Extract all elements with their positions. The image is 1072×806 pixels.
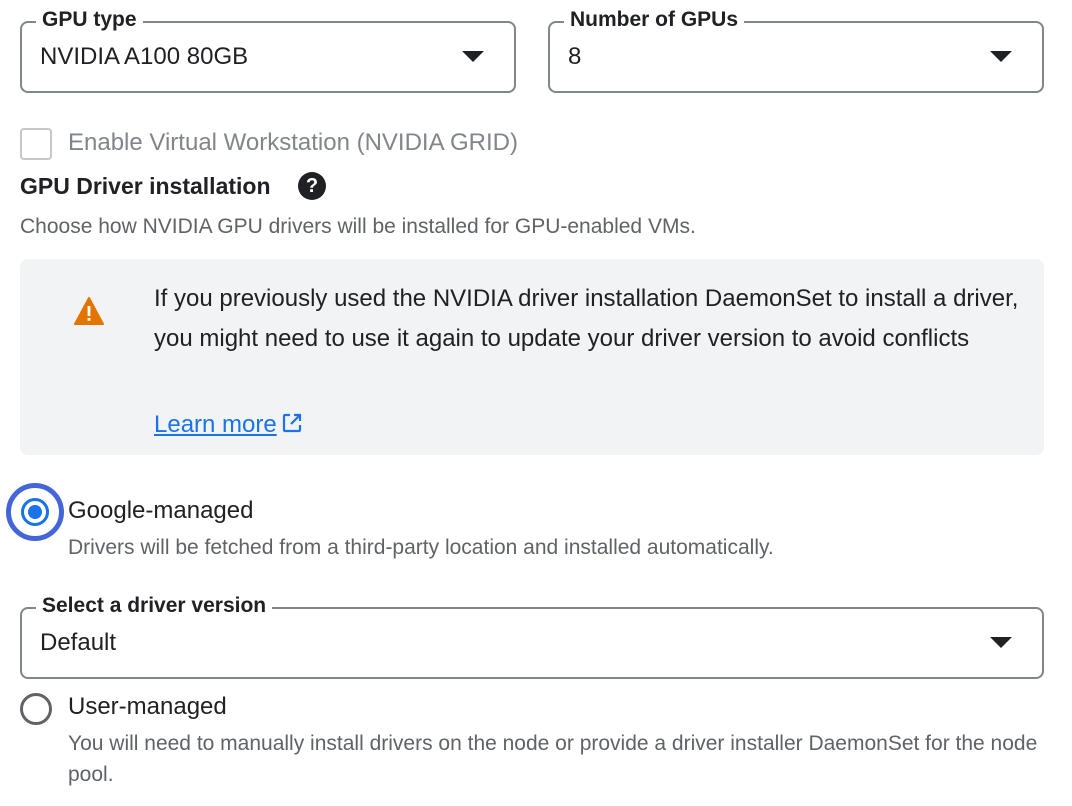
virtual-workstation-label: Enable Virtual Workstation (NVIDIA GRID) (68, 129, 518, 156)
user-managed-radio[interactable] (20, 693, 52, 725)
gpu-type-select[interactable]: GPU type NVIDIA A100 80GB (20, 7, 516, 93)
dropdown-arrow-icon (990, 637, 1012, 648)
gpu-count-value: 8 (568, 43, 582, 70)
external-link-icon (282, 413, 301, 433)
gpu-count-select[interactable]: Number of GPUs 8 (548, 7, 1044, 93)
dropdown-arrow-icon (990, 51, 1012, 62)
learn-more-label: Learn more (154, 411, 277, 438)
radio-dot (28, 505, 42, 519)
driver-installation-description: Choose how NVIDIA GPU drivers will be in… (20, 215, 696, 238)
gpu-count-label: Number of GPUs (564, 7, 745, 33)
warning-triangle-icon (74, 297, 104, 325)
google-managed-radio[interactable] (6, 483, 64, 541)
driver-version-value: Default (40, 629, 117, 656)
user-managed-label[interactable]: User-managed (68, 692, 227, 722)
virtual-workstation-checkbox[interactable] (20, 128, 52, 160)
driver-installation-heading: GPU Driver installation (20, 173, 271, 199)
gpu-type-value: NVIDIA A100 80GB (40, 43, 249, 70)
help-circle-icon[interactable]: ? (298, 172, 326, 200)
warning-banner: If you previously used the NVIDIA driver… (20, 259, 1044, 455)
dropdown-arrow-icon (462, 51, 484, 62)
gpu-type-label: GPU type (36, 7, 143, 33)
google-managed-description: Drivers will be fetched from a third-par… (68, 536, 774, 559)
warning-text: If you previously used the NVIDIA driver… (154, 285, 1019, 352)
learn-more-link[interactable]: Learn more (154, 405, 303, 445)
user-managed-description: You will need to manually install driver… (68, 732, 1038, 786)
driver-version-select[interactable]: Select a driver version Default (20, 593, 1044, 679)
google-managed-label[interactable]: Google-managed (68, 496, 253, 526)
driver-version-label: Select a driver version (36, 593, 273, 619)
